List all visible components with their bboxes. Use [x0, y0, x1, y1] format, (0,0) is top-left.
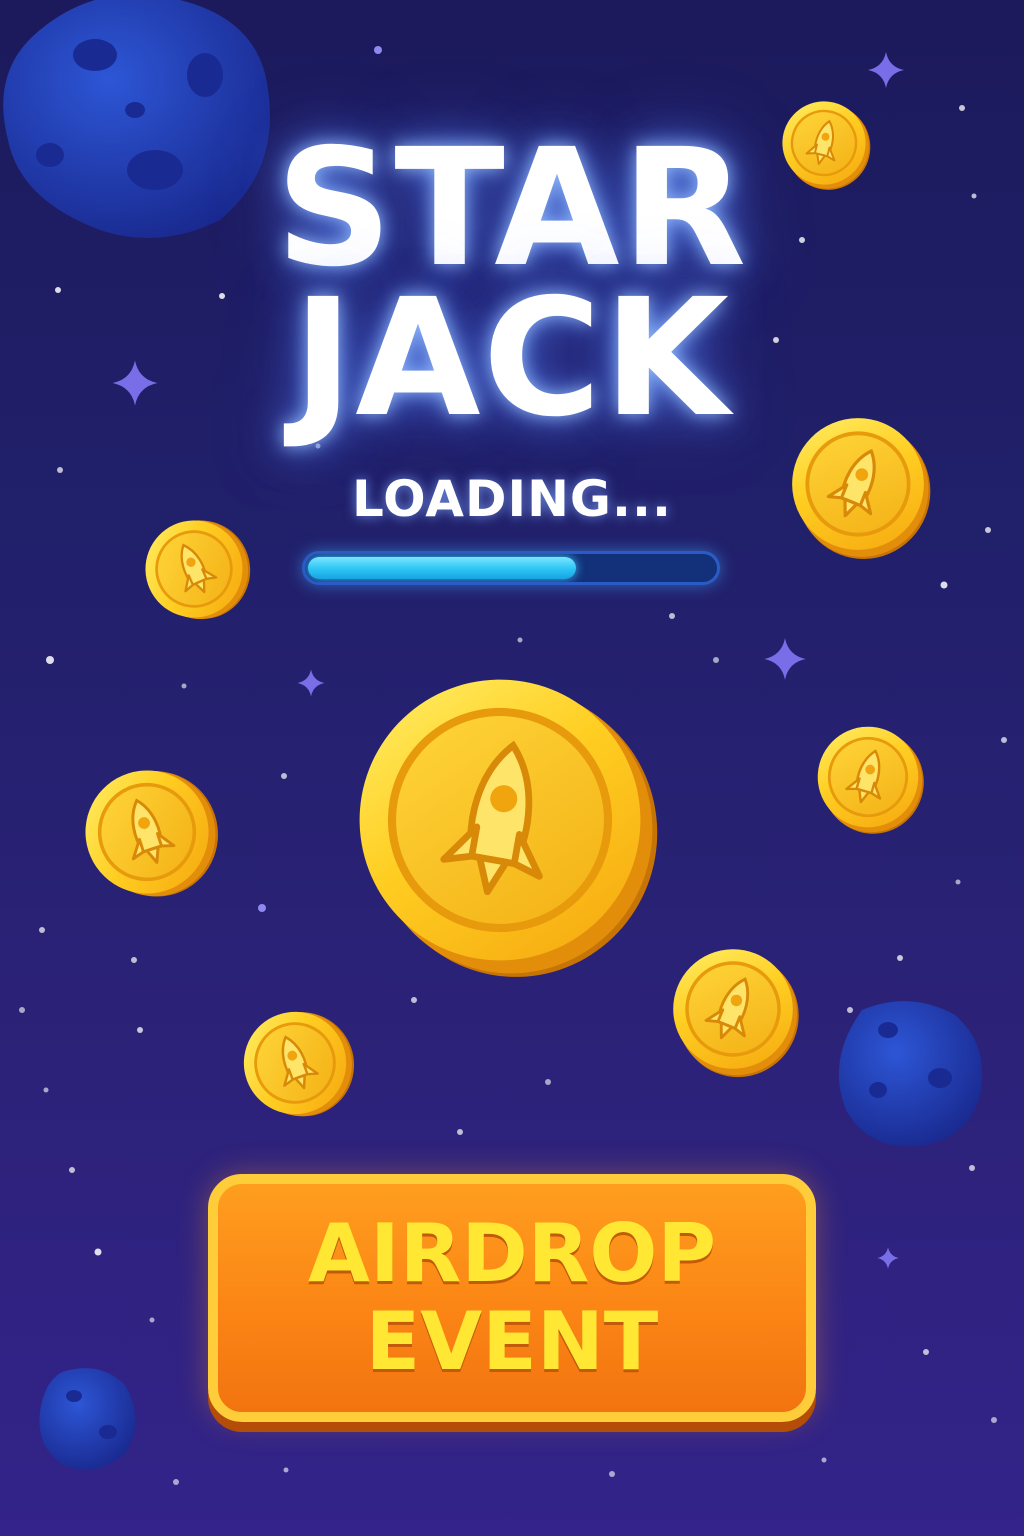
rocket-coin-icon	[67, 749, 237, 918]
sparkle-star-icon	[877, 1247, 899, 1269]
loading-screen: STAR JACK LOADING... AIRDROP EVENT	[0, 0, 1024, 1536]
sparkle-star-icon	[868, 52, 904, 88]
sparkle-star-icon	[764, 638, 806, 680]
airdrop-button-label-line-2: EVENT	[365, 1295, 659, 1388]
loading-progress-fill	[308, 557, 576, 579]
rocket-coin-icon	[651, 929, 821, 1098]
rocket-coin-icon	[335, 657, 681, 999]
airdrop-button-label-line-1: AIRDROP	[308, 1207, 716, 1300]
loading-label: LOADING...	[352, 470, 672, 528]
rocket-coin-icon	[802, 713, 939, 848]
sparkle-star-icon	[297, 669, 325, 697]
loading-progress-bar	[302, 551, 720, 585]
game-title-line-2: JACK	[292, 265, 732, 453]
rocket-coin-icon	[227, 993, 371, 1135]
airdrop-event-button[interactable]: AIRDROP EVENT	[208, 1174, 816, 1422]
asteroid-icon	[39, 1368, 136, 1470]
asteroid-icon	[838, 1001, 983, 1147]
